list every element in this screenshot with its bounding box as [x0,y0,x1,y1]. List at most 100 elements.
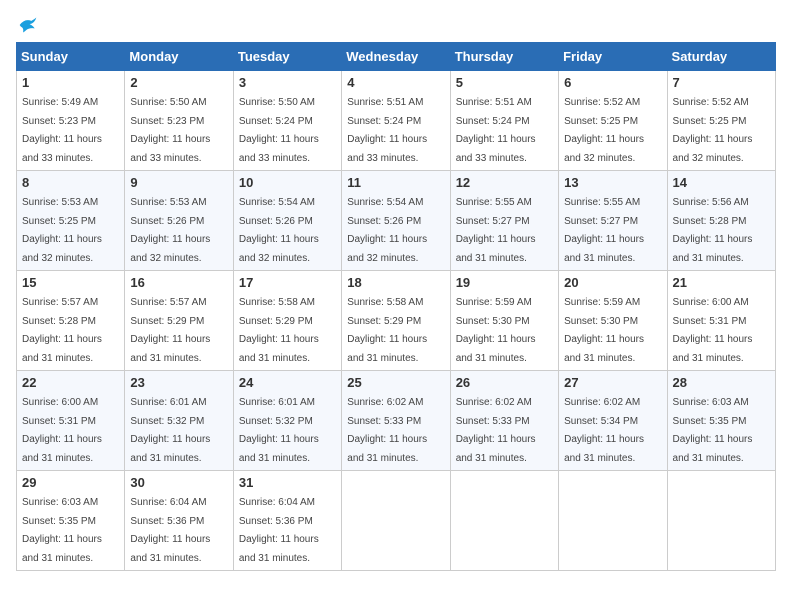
day-number: 25 [347,375,444,390]
calendar-cell [559,471,667,571]
day-number: 6 [564,75,661,90]
day-info: Sunrise: 5:53 AMSunset: 5:25 PMDaylight:… [22,197,102,264]
calendar-week-row: 29 Sunrise: 6:03 AMSunset: 5:35 PMDayligh… [17,471,776,571]
day-number: 28 [673,375,770,390]
day-number: 26 [456,375,553,390]
day-info: Sunrise: 5:52 AMSunset: 5:25 PMDaylight:… [564,97,644,164]
day-number: 21 [673,275,770,290]
calendar-cell: 5Sunrise: 5:51 AMSunset: 5:24 PMDaylight… [450,71,558,171]
day-info: Sunrise: 6:04 AMSunset: 5:36 PMDaylight:… [239,497,319,564]
calendar-cell: 20 Sunrise: 5:59 AMSunset: 5:30 PMDayligh… [559,271,667,371]
header-friday: Friday [559,43,667,71]
day-info: Sunrise: 5:57 AMSunset: 5:28 PMDaylight:… [22,297,102,364]
day-number: 23 [130,375,227,390]
calendar-cell: 27 Sunrise: 6:02 AMSunset: 5:34 PMDayligh… [559,371,667,471]
calendar-cell: 29 Sunrise: 6:03 AMSunset: 5:35 PMDayligh… [17,471,125,571]
calendar-cell: 26 Sunrise: 6:02 AMSunset: 5:33 PMDayligh… [450,371,558,471]
day-info: Sunrise: 6:01 AMSunset: 5:32 PMDaylight:… [239,397,319,464]
calendar-cell: 6 Sunrise: 5:52 AMSunset: 5:25 PMDaylight… [559,71,667,171]
logo-bird-icon [18,16,38,34]
day-number: 22 [22,375,119,390]
header-sunday: Sunday [17,43,125,71]
calendar-table: SundayMondayTuesdayWednesdayThursdayFrid… [16,42,776,571]
calendar-cell: 11 Sunrise: 5:54 AMSunset: 5:26 PMDayligh… [342,171,450,271]
day-info: Sunrise: 6:03 AMSunset: 5:35 PMDaylight:… [22,497,102,564]
day-number: 16 [130,275,227,290]
day-number: 14 [673,175,770,190]
calendar-week-row: 8 Sunrise: 5:53 AMSunset: 5:25 PMDaylight… [17,171,776,271]
calendar-cell: 23 Sunrise: 6:01 AMSunset: 5:32 PMDayligh… [125,371,233,471]
day-info: Sunrise: 5:50 AMSunset: 5:24 PMDaylight:… [239,97,319,164]
day-number: 10 [239,175,336,190]
day-number: 7 [673,75,770,90]
day-info: Sunrise: 5:53 AMSunset: 5:26 PMDaylight:… [130,197,210,264]
day-number: 31 [239,475,336,490]
calendar-cell: 3 Sunrise: 5:50 AMSunset: 5:24 PMDaylight… [233,71,341,171]
calendar-cell: 12 Sunrise: 5:55 AMSunset: 5:27 PMDayligh… [450,171,558,271]
day-info: Sunrise: 6:03 AMSunset: 5:35 PMDaylight:… [673,397,753,464]
calendar-cell: 24 Sunrise: 6:01 AMSunset: 5:32 PMDayligh… [233,371,341,471]
day-number: 2 [130,75,227,90]
calendar-cell: 4 Sunrise: 5:51 AMSunset: 5:24 PMDaylight… [342,71,450,171]
calendar-cell: 18 Sunrise: 5:58 AMSunset: 5:29 PMDayligh… [342,271,450,371]
header-monday: Monday [125,43,233,71]
day-number: 24 [239,375,336,390]
day-number: 29 [22,475,119,490]
day-number: 1 [22,75,119,90]
day-number: 20 [564,275,661,290]
day-info: Sunrise: 6:02 AMSunset: 5:34 PMDaylight:… [564,397,644,464]
day-number: 3 [239,75,336,90]
calendar-cell: 14 Sunrise: 5:56 AMSunset: 5:28 PMDayligh… [667,171,775,271]
calendar-cell: 16Sunrise: 5:57 AMSunset: 5:29 PMDayligh… [125,271,233,371]
calendar-cell [342,471,450,571]
calendar-cell: 7 Sunrise: 5:52 AMSunset: 5:25 PMDaylight… [667,71,775,171]
day-info: Sunrise: 5:54 AMSunset: 5:26 PMDaylight:… [239,197,319,264]
day-info: Sunrise: 6:01 AMSunset: 5:32 PMDaylight:… [130,397,210,464]
day-info: Sunrise: 6:02 AMSunset: 5:33 PMDaylight:… [347,397,427,464]
calendar-cell: 15 Sunrise: 5:57 AMSunset: 5:28 PMDayligh… [17,271,125,371]
calendar-cell: 19 Sunrise: 5:59 AMSunset: 5:30 PMDayligh… [450,271,558,371]
calendar-cell: 1 Sunrise: 5:49 AMSunset: 5:23 PMDaylight… [17,71,125,171]
day-number: 4 [347,75,444,90]
day-number: 15 [22,275,119,290]
day-info: Sunrise: 6:04 AMSunset: 5:36 PMDaylight:… [130,497,210,564]
day-number: 27 [564,375,661,390]
logo [16,16,38,34]
day-info: Sunrise: 5:51 AMSunset: 5:24 PMDaylight:… [347,97,427,164]
calendar-cell: 31 Sunrise: 6:04 AMSunset: 5:36 PMDayligh… [233,471,341,571]
page-header [16,16,776,34]
day-info: Sunrise: 5:56 AMSunset: 5:28 PMDaylight:… [673,197,753,264]
calendar-cell: 10 Sunrise: 5:54 AMSunset: 5:26 PMDayligh… [233,171,341,271]
day-info: Sunrise: 5:59 AMSunset: 5:30 PMDaylight:… [564,297,644,364]
calendar-cell: 25 Sunrise: 6:02 AMSunset: 5:33 PMDayligh… [342,371,450,471]
day-info: Sunrise: 5:55 AMSunset: 5:27 PMDaylight:… [456,197,536,264]
day-number: 8 [22,175,119,190]
day-info: Sunrise: 5:52 AMSunset: 5:25 PMDaylight:… [673,97,753,164]
day-number: 5 [456,75,553,90]
day-info: Sunrise: 5:58 AMSunset: 5:29 PMDaylight:… [347,297,427,364]
day-info: Sunrise: 5:59 AMSunset: 5:30 PMDaylight:… [456,297,536,364]
calendar-week-row: 1 Sunrise: 5:49 AMSunset: 5:23 PMDaylight… [17,71,776,171]
day-info: Sunrise: 6:00 AMSunset: 5:31 PMDaylight:… [22,397,102,464]
day-number: 9 [130,175,227,190]
day-number: 30 [130,475,227,490]
day-number: 11 [347,175,444,190]
header-wednesday: Wednesday [342,43,450,71]
calendar-cell [667,471,775,571]
calendar-cell: 21 Sunrise: 6:00 AMSunset: 5:31 PMDayligh… [667,271,775,371]
day-info: Sunrise: 6:00 AMSunset: 5:31 PMDaylight:… [673,297,753,364]
day-info: Sunrise: 5:54 AMSunset: 5:26 PMDaylight:… [347,197,427,264]
day-number: 12 [456,175,553,190]
header-row: SundayMondayTuesdayWednesdayThursdayFrid… [17,43,776,71]
day-number: 18 [347,275,444,290]
day-info: Sunrise: 5:50 AMSunset: 5:23 PMDaylight:… [130,97,210,164]
calendar-cell: 28 Sunrise: 6:03 AMSunset: 5:35 PMDayligh… [667,371,775,471]
calendar-week-row: 22 Sunrise: 6:00 AMSunset: 5:31 PMDayligh… [17,371,776,471]
calendar-cell: 13Sunrise: 5:55 AMSunset: 5:27 PMDayligh… [559,171,667,271]
calendar-cell: 9 Sunrise: 5:53 AMSunset: 5:26 PMDaylight… [125,171,233,271]
day-info: Sunrise: 6:02 AMSunset: 5:33 PMDaylight:… [456,397,536,464]
day-info: Sunrise: 5:49 AMSunset: 5:23 PMDaylight:… [22,97,102,164]
day-number: 19 [456,275,553,290]
header-thursday: Thursday [450,43,558,71]
calendar-cell: 30 Sunrise: 6:04 AMSunset: 5:36 PMDayligh… [125,471,233,571]
